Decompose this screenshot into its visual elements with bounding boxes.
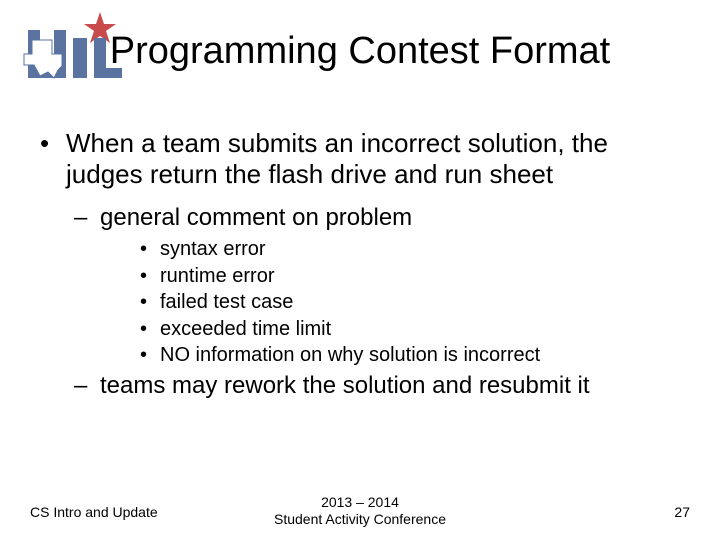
page-number: 27: [674, 504, 690, 520]
bullet-level1: When a team submits an incorrect solutio…: [40, 128, 680, 189]
slide-body: When a team submits an incorrect solutio…: [40, 128, 680, 405]
bullet-level3: failed test case: [40, 290, 680, 314]
bullet-level2: teams may rework the solution and resubm…: [40, 371, 680, 401]
bullet-level2: general comment on problem: [40, 203, 680, 233]
slide: Programming Contest Format When a team s…: [0, 0, 720, 540]
bullet-level3: exceeded time limit: [40, 317, 680, 341]
bullet-level3: syntax error: [40, 237, 680, 261]
bullet-level3: NO information on why solution is incorr…: [40, 343, 680, 367]
footer-center-line1: 2013 – 2014: [321, 494, 399, 510]
bullet-level3: runtime error: [40, 264, 680, 288]
slide-title: Programming Contest Format: [0, 30, 720, 73]
footer-center-line2: Student Activity Conference: [274, 511, 446, 527]
footer-center: 2013 – 2014 Student Activity Conference: [0, 494, 720, 528]
